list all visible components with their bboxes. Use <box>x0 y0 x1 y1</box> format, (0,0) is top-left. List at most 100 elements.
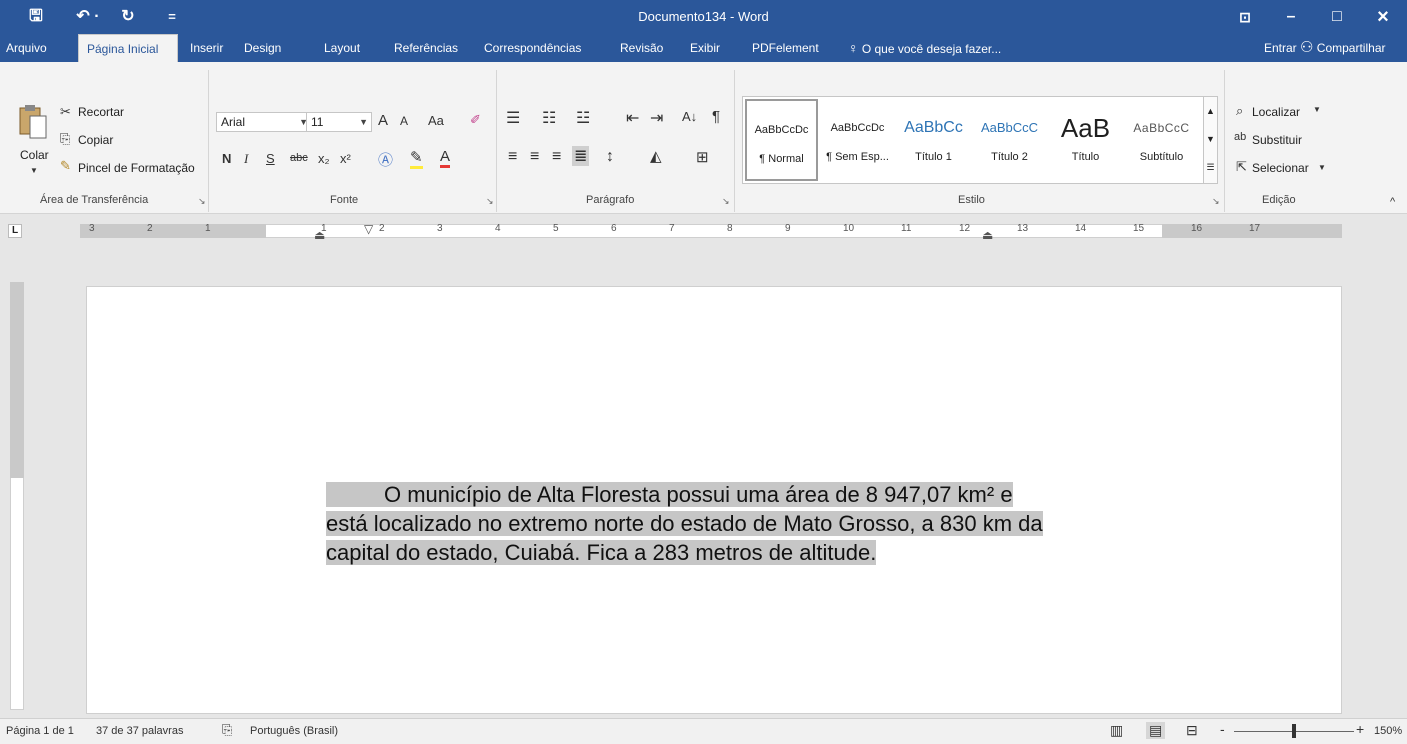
text-effects-icon[interactable]: Ⓐ <box>378 149 393 170</box>
change-case-button[interactable]: Aa <box>428 113 444 128</box>
borders-icon[interactable]: ⊞ <box>696 148 709 166</box>
clear-formatting-icon[interactable]: ✐ <box>470 112 481 128</box>
vertical-ruler-top-margin <box>10 282 24 478</box>
redo-icon[interactable]: ↻ <box>116 6 140 28</box>
more-styles-icon[interactable]: ☰ <box>1204 153 1217 181</box>
highlight-icon[interactable]: ✎ <box>410 148 423 169</box>
group-label-styles: Estilo <box>958 194 985 206</box>
style-no-spacing[interactable]: AaBbCcDc ¶ Sem Esp... <box>821 99 894 181</box>
chevron-down-icon[interactable]: ▼ <box>1313 105 1321 114</box>
page-count[interactable]: Página 1 de 1 <box>6 725 74 737</box>
align-left-icon[interactable]: ≡ <box>508 148 517 166</box>
pilcrow-icon[interactable]: ¶ <box>712 108 720 125</box>
ribbon-display-options-icon[interactable]: ⊡ <box>1222 0 1268 34</box>
customize-qat-icon[interactable]: = <box>160 6 184 28</box>
left-indent-marker[interactable]: ⏏ <box>314 228 325 242</box>
style-normal[interactable]: AaBbCcDc ¶ Normal <box>745 99 818 181</box>
tell-me-box[interactable]: ♀ O que você deseja fazer... <box>848 34 1001 62</box>
close-button[interactable]: × <box>1360 0 1406 34</box>
paste-button[interactable]: Colar <box>20 148 49 162</box>
select-button[interactable]: Selecionar <box>1252 161 1309 175</box>
tab-pdfelement[interactable]: PDFelement <box>752 34 819 62</box>
tab-pagina-inicial[interactable]: Página Inicial <box>78 34 178 62</box>
document-paragraph[interactable]: O município de Alta Floresta possui uma … <box>326 480 1056 567</box>
sort-icon[interactable]: A↓ <box>682 109 697 124</box>
save-icon[interactable]: 🖫 <box>24 6 48 28</box>
style-subtitle[interactable]: AaBbCcC Subtítulo <box>1125 99 1198 181</box>
read-mode-icon[interactable]: ▥ <box>1110 722 1123 739</box>
undo-icon[interactable]: ↶ · <box>68 6 108 28</box>
font-launcher-icon[interactable]: ↘ <box>486 196 494 207</box>
find-button[interactable]: Localizar <box>1252 105 1300 119</box>
paste-icon[interactable] <box>18 104 48 140</box>
align-center-icon[interactable]: ≡ <box>530 148 539 166</box>
scroll-down-icon[interactable]: ▼ <box>1204 125 1217 153</box>
styles-gallery-scroll[interactable]: ▲ ▼ ☰ <box>1204 96 1218 184</box>
ruler-number: 4 <box>495 223 501 234</box>
bold-button[interactable]: N <box>222 151 231 166</box>
tab-design[interactable]: Design <box>244 34 281 62</box>
strikethrough-button[interactable]: abc <box>290 152 308 164</box>
font-size-combo[interactable]: 11 ▼ <box>306 112 372 132</box>
proofing-icon[interactable]: ⎘ <box>222 722 232 738</box>
print-layout-icon[interactable]: ▤ <box>1146 722 1166 739</box>
line-spacing-icon[interactable]: ↕ <box>606 148 614 166</box>
subscript-button[interactable]: x₂ <box>318 151 330 166</box>
share-button[interactable]: ⚇ Compartilhar <box>1300 34 1386 62</box>
zoom-slider-thumb[interactable] <box>1292 724 1296 738</box>
web-layout-icon[interactable]: ⊟ <box>1186 722 1198 739</box>
chevron-down-icon[interactable]: ▼ <box>1318 163 1326 172</box>
superscript-button[interactable]: x² <box>340 151 351 166</box>
group-label-clipboard: Área de Transferência <box>40 194 149 206</box>
cut-button[interactable]: Recortar <box>78 105 124 119</box>
scroll-up-icon[interactable]: ▲ <box>1204 97 1217 125</box>
chevron-down-icon[interactable]: ▼ <box>30 166 38 175</box>
collapse-ribbon-icon[interactable]: ^ <box>1390 196 1395 208</box>
italic-button[interactable]: I <box>244 151 248 167</box>
styles-launcher-icon[interactable]: ↘ <box>1212 196 1220 207</box>
underline-button[interactable]: S <box>266 151 275 166</box>
font-color-icon[interactable]: A <box>440 148 451 168</box>
tab-exibir[interactable]: Exibir <box>690 34 720 62</box>
sign-in-button[interactable]: Entrar <box>1264 34 1297 62</box>
shrink-font-button[interactable]: A <box>400 114 408 128</box>
shading-icon[interactable]: ◭ <box>650 147 662 165</box>
zoom-in-button[interactable]: + <box>1356 721 1364 737</box>
decrease-indent-icon[interactable]: ⇤ <box>626 108 639 128</box>
font-name-value: Arial <box>221 115 246 129</box>
bullets-icon[interactable]: ☰ <box>506 108 520 128</box>
style-heading-2[interactable]: AaBbCcC Título 2 <box>973 99 1046 181</box>
grow-font-button[interactable]: A <box>378 112 388 129</box>
copy-button[interactable]: Copiar <box>78 133 113 147</box>
ruler-number: 2 <box>379 223 385 234</box>
first-line-indent-marker[interactable]: ▽ <box>364 222 373 236</box>
language[interactable]: Português (Brasil) <box>250 725 338 737</box>
paragraph-launcher-icon[interactable]: ↘ <box>722 196 730 207</box>
maximize-button[interactable]: □ <box>1314 0 1360 34</box>
font-name-combo[interactable]: Arial ▼ <box>216 112 312 132</box>
numbering-icon[interactable]: ☷ <box>542 108 556 128</box>
minimize-button[interactable]: – <box>1268 0 1314 34</box>
right-indent-marker[interactable]: ⏏ <box>982 228 993 242</box>
tab-arquivo[interactable]: Arquivo <box>6 34 47 62</box>
tab-layout[interactable]: Layout <box>324 34 360 62</box>
align-right-icon[interactable]: ≡ <box>552 148 561 166</box>
style-title[interactable]: AaB Título <box>1049 99 1122 181</box>
tab-referencias[interactable]: Referências <box>394 34 458 62</box>
word-count[interactable]: 37 de 37 palavras <box>96 725 183 737</box>
style-heading-1[interactable]: AaBbCc Título 1 <box>897 99 970 181</box>
zoom-level[interactable]: 150% <box>1374 725 1402 737</box>
justify-icon[interactable]: ≣ <box>572 146 590 166</box>
replace-button[interactable]: Substituir <box>1252 133 1302 147</box>
tab-correspondencias[interactable]: Correspondências <box>484 34 581 62</box>
increase-indent-icon[interactable]: ⇥ <box>650 108 663 128</box>
clipboard-launcher-icon[interactable]: ↘ <box>198 196 206 207</box>
format-painter-button[interactable]: Pincel de Formatação <box>78 161 195 175</box>
zoom-out-button[interactable]: - <box>1220 721 1225 737</box>
scissors-icon: ✂ <box>60 104 71 119</box>
tab-revisao[interactable]: Revisão <box>620 34 663 62</box>
selected-text[interactable]: O município de Alta Floresta possui uma … <box>326 482 1043 565</box>
multilevel-list-icon[interactable]: ☳ <box>576 108 590 128</box>
tab-inserir[interactable]: Inserir <box>190 34 223 62</box>
divider <box>496 70 497 212</box>
